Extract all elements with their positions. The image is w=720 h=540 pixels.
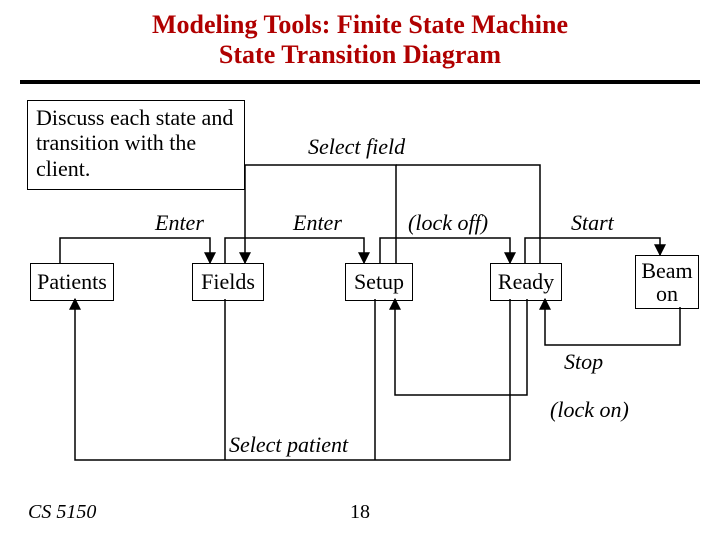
- footer-page-number: 18: [0, 501, 720, 524]
- state-ready: Ready: [490, 263, 562, 301]
- state-beam-on: Beam on: [635, 255, 699, 309]
- label-select-patient: Select patient: [229, 432, 348, 458]
- slide-title: Modeling Tools: Finite State Machine Sta…: [0, 10, 720, 70]
- discussion-note: Discuss each state and transition with t…: [27, 100, 245, 190]
- label-select-field: Select field: [308, 134, 405, 160]
- label-enter-2: Enter: [293, 210, 342, 236]
- label-lock-off: (lock off): [408, 210, 488, 236]
- label-stop: Stop: [564, 349, 603, 375]
- state-setup: Setup: [345, 263, 413, 301]
- state-patients: Patients: [30, 263, 114, 301]
- state-fields: Fields: [192, 263, 264, 301]
- label-enter-1: Enter: [155, 210, 204, 236]
- label-lock-on: (lock on): [550, 397, 629, 423]
- title-line-2: State Transition Diagram: [219, 40, 501, 69]
- title-divider: [20, 80, 700, 84]
- label-start: Start: [571, 210, 614, 236]
- title-line-1: Modeling Tools: Finite State Machine: [152, 10, 568, 39]
